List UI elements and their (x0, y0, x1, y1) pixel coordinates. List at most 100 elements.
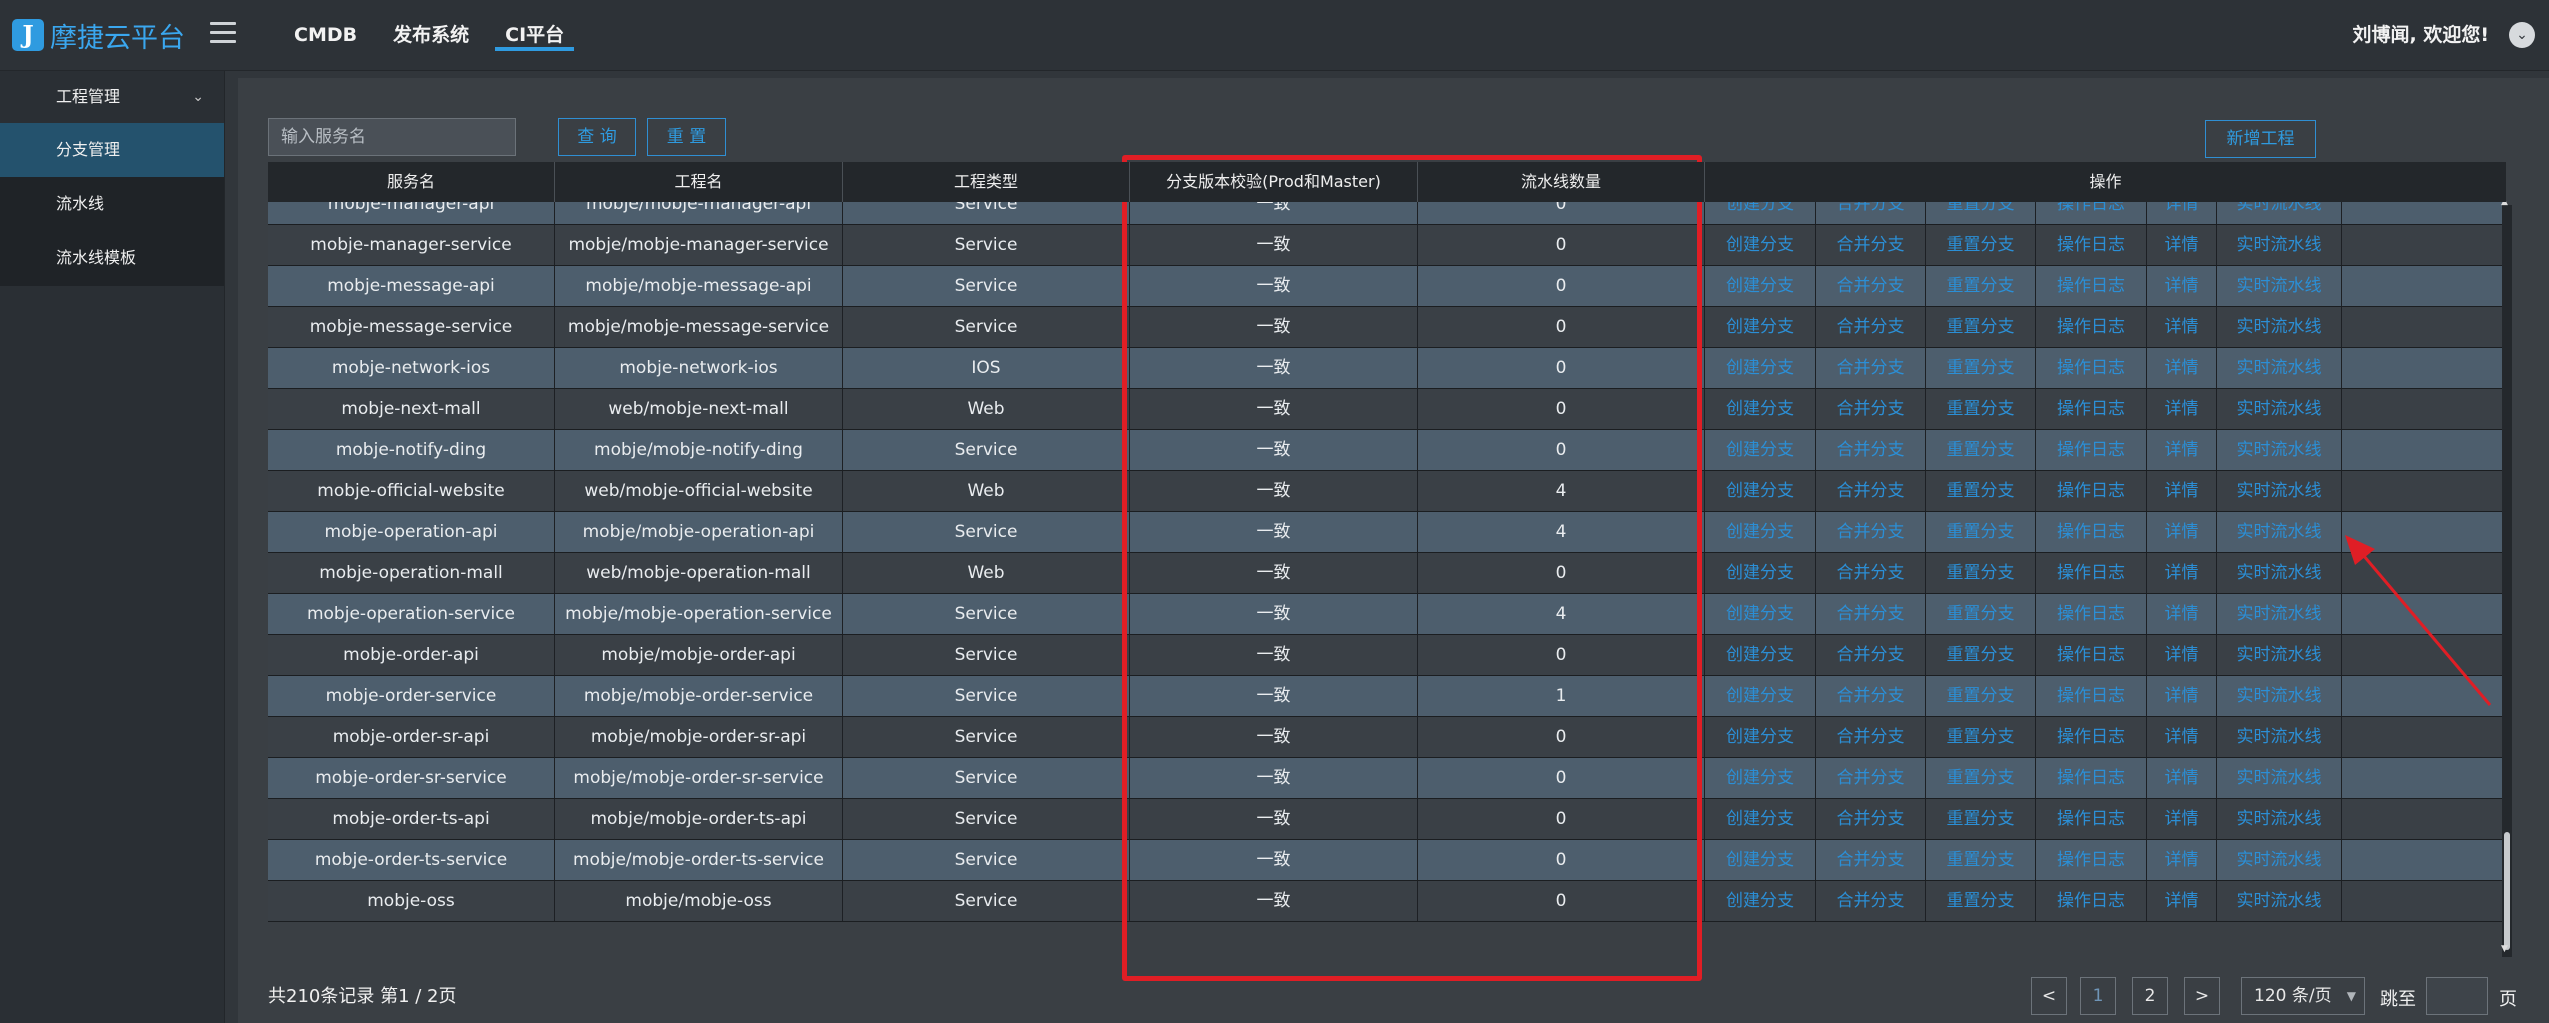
operation-log-link[interactable]: 操作日志 (2036, 512, 2147, 552)
column-header-service[interactable]: 服务名 (268, 162, 555, 202)
nav-item-cmdb[interactable]: CMDB (276, 0, 375, 70)
detail-link[interactable]: 详情 (2147, 348, 2217, 388)
merge-branch-link[interactable]: 合并分支 (1816, 512, 1926, 552)
reset-button[interactable]: 重 置 (647, 118, 726, 156)
live-pipeline-link[interactable]: 实时流水线 (2217, 717, 2342, 757)
reset-branch-link[interactable]: 重置分支 (1926, 512, 2036, 552)
sidebar-item-pipeline[interactable]: 流水线 (0, 177, 224, 231)
create-branch-link[interactable]: 创建分支 (1705, 307, 1816, 347)
operation-log-link[interactable]: 操作日志 (2036, 348, 2147, 388)
live-pipeline-link[interactable]: 实时流水线 (2217, 676, 2342, 716)
detail-link[interactable]: 详情 (2147, 758, 2217, 798)
operation-log-link[interactable]: 操作日志 (2036, 799, 2147, 839)
detail-link[interactable]: 详情 (2147, 799, 2217, 839)
reset-branch-link[interactable]: 重置分支 (1926, 881, 2036, 921)
merge-branch-link[interactable]: 合并分支 (1816, 266, 1926, 306)
sidebar-item-branch[interactable]: 分支管理 (0, 123, 224, 177)
live-pipeline-link[interactable]: 实时流水线 (2217, 266, 2342, 306)
create-branch-link[interactable]: 创建分支 (1705, 348, 1816, 388)
create-branch-link[interactable]: 创建分支 (1705, 635, 1816, 675)
user-menu-chevron-icon[interactable]: ⌄ (2509, 22, 2535, 48)
merge-branch-link[interactable]: 合并分支 (1816, 676, 1926, 716)
scroll-down-icon[interactable]: ▼ (2501, 944, 2508, 954)
create-branch-link[interactable]: 创建分支 (1705, 266, 1816, 306)
page-1-button[interactable]: 1 (2080, 977, 2116, 1015)
scrollbar-thumb[interactable] (2504, 832, 2510, 950)
reset-branch-link[interactable]: 重置分支 (1926, 471, 2036, 511)
live-pipeline-link[interactable]: 实时流水线 (2217, 758, 2342, 798)
operation-log-link[interactable]: 操作日志 (2036, 840, 2147, 880)
merge-branch-link[interactable]: 合并分支 (1816, 471, 1926, 511)
live-pipeline-link[interactable]: 实时流水线 (2217, 840, 2342, 880)
detail-link[interactable]: 详情 (2147, 389, 2217, 429)
detail-link[interactable]: 详情 (2147, 553, 2217, 593)
reset-branch-link[interactable]: 重置分支 (1926, 225, 2036, 265)
reset-branch-link[interactable]: 重置分支 (1926, 348, 2036, 388)
next-page-button[interactable]: > (2184, 977, 2220, 1015)
column-header-branch-check[interactable]: 分支版本校验(Prod和Master) (1130, 162, 1418, 202)
detail-link[interactable]: 详情 (2147, 881, 2217, 921)
sidebar-group-project[interactable]: 工程管理 ⌄ (0, 71, 224, 123)
live-pipeline-link[interactable]: 实时流水线 (2217, 553, 2342, 593)
merge-branch-link[interactable]: 合并分支 (1816, 758, 1926, 798)
reset-branch-link[interactable]: 重置分支 (1926, 430, 2036, 470)
detail-link[interactable]: 详情 (2147, 676, 2217, 716)
operation-log-link[interactable]: 操作日志 (2036, 881, 2147, 921)
add-project-button[interactable]: 新增工程 (2205, 120, 2316, 158)
reset-branch-link[interactable]: 重置分支 (1926, 553, 2036, 593)
column-header-pipeline-count[interactable]: 流水线数量 (1418, 162, 1705, 202)
operation-log-link[interactable]: 操作日志 (2036, 594, 2147, 634)
live-pipeline-link[interactable]: 实时流水线 (2217, 430, 2342, 470)
reset-branch-link[interactable]: 重置分支 (1926, 758, 2036, 798)
query-button[interactable]: 查 询 (558, 118, 636, 156)
merge-branch-link[interactable]: 合并分支 (1816, 840, 1926, 880)
create-branch-link[interactable]: 创建分支 (1705, 389, 1816, 429)
column-header-type[interactable]: 工程类型 (843, 162, 1130, 202)
operation-log-link[interactable]: 操作日志 (2036, 307, 2147, 347)
sidebar-item-pipeline-template[interactable]: 流水线模板 (0, 231, 224, 285)
merge-branch-link[interactable]: 合并分支 (1816, 594, 1926, 634)
merge-branch-link[interactable]: 合并分支 (1816, 799, 1926, 839)
operation-log-link[interactable]: 操作日志 (2036, 676, 2147, 716)
create-branch-link[interactable]: 创建分支 (1705, 225, 1816, 265)
live-pipeline-link[interactable]: 实时流水线 (2217, 799, 2342, 839)
service-search-input[interactable] (268, 118, 516, 156)
operation-log-link[interactable]: 操作日志 (2036, 266, 2147, 306)
operation-log-link[interactable]: 操作日志 (2036, 635, 2147, 675)
reset-branch-link[interactable]: 重置分支 (1926, 635, 2036, 675)
live-pipeline-link[interactable]: 实时流水线 (2217, 225, 2342, 265)
create-branch-link[interactable]: 创建分支 (1705, 430, 1816, 470)
reset-branch-link[interactable]: 重置分支 (1926, 840, 2036, 880)
merge-branch-link[interactable]: 合并分支 (1816, 430, 1926, 470)
merge-branch-link[interactable]: 合并分支 (1816, 553, 1926, 593)
live-pipeline-link[interactable]: 实时流水线 (2217, 348, 2342, 388)
page-size-select[interactable]: 120 条/页 ▼ (2241, 977, 2365, 1015)
live-pipeline-link[interactable]: 实时流水线 (2217, 881, 2342, 921)
live-pipeline-link[interactable]: 实时流水线 (2217, 594, 2342, 634)
create-branch-link[interactable]: 创建分支 (1705, 758, 1816, 798)
operation-log-link[interactable]: 操作日志 (2036, 389, 2147, 429)
create-branch-link[interactable]: 创建分支 (1705, 471, 1816, 511)
detail-link[interactable]: 详情 (2147, 471, 2217, 511)
detail-link[interactable]: 详情 (2147, 635, 2217, 675)
merge-branch-link[interactable]: 合并分支 (1816, 225, 1926, 265)
reset-branch-link[interactable]: 重置分支 (1926, 676, 2036, 716)
create-branch-link[interactable]: 创建分支 (1705, 799, 1816, 839)
live-pipeline-link[interactable]: 实时流水线 (2217, 307, 2342, 347)
live-pipeline-link[interactable]: 实时流水线 (2217, 635, 2342, 675)
merge-branch-link[interactable]: 合并分支 (1816, 881, 1926, 921)
jump-page-input[interactable] (2426, 977, 2488, 1015)
detail-link[interactable]: 详情 (2147, 594, 2217, 634)
page-2-button[interactable]: 2 (2132, 977, 2168, 1015)
operation-log-link[interactable]: 操作日志 (2036, 225, 2147, 265)
nav-item-ci[interactable]: CI平台 (487, 0, 582, 70)
detail-link[interactable]: 详情 (2147, 266, 2217, 306)
reset-branch-link[interactable]: 重置分支 (1926, 389, 2036, 429)
create-branch-link[interactable]: 创建分支 (1705, 717, 1816, 757)
merge-branch-link[interactable]: 合并分支 (1816, 389, 1926, 429)
create-branch-link[interactable]: 创建分支 (1705, 676, 1816, 716)
operation-log-link[interactable]: 操作日志 (2036, 553, 2147, 593)
detail-link[interactable]: 详情 (2147, 307, 2217, 347)
menu-toggle-icon[interactable] (210, 22, 236, 48)
detail-link[interactable]: 详情 (2147, 512, 2217, 552)
